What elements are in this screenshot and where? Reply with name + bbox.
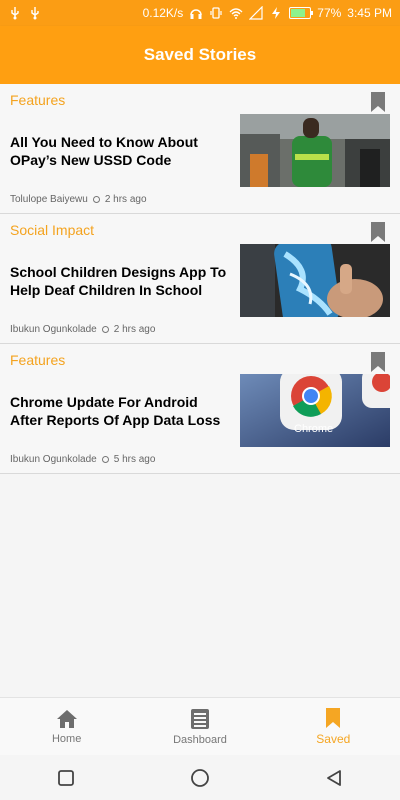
dashboard-icon [190, 709, 209, 729]
recent-apps-icon[interactable] [57, 769, 75, 787]
signal-icon [249, 6, 263, 20]
story-meta: Ibukun Ogunkolade 5 hrs ago [10, 454, 155, 465]
story-title[interactable]: School Children Designs App To Help Deaf… [10, 263, 232, 299]
app-header: Saved Stories [0, 26, 400, 84]
usb-icon-2 [31, 7, 39, 20]
bookmark-icon [326, 708, 341, 728]
story-card[interactable]: Features All You Need to Know About OPay… [0, 84, 400, 214]
battery-icon [289, 7, 314, 19]
bookmark-icon[interactable] [370, 352, 386, 372]
nav-home-label: Home [51, 733, 82, 745]
nav-home[interactable]: Home [7, 709, 127, 745]
status-bar: 0.12K/s 77% 3:45 PM [0, 0, 400, 26]
story-card[interactable]: Features Chrome Update For Android After… [0, 344, 400, 474]
charging-icon [272, 7, 281, 19]
story-category[interactable]: Features [10, 352, 65, 368]
opay-street-photo [240, 114, 390, 187]
story-thumbnail[interactable]: Chrome [240, 374, 390, 447]
clock-icon [101, 456, 109, 463]
story-category[interactable]: Features [10, 92, 65, 108]
story-time: 2 hrs ago [113, 324, 156, 335]
headphones-icon [190, 9, 203, 19]
clock-icon [92, 196, 100, 203]
status-right: 0.12K/s 77% 3:45 PM [143, 6, 392, 20]
home-circle-icon[interactable] [190, 768, 210, 788]
story-thumbnail[interactable] [240, 244, 390, 317]
story-thumbnail[interactable] [240, 114, 390, 187]
story-meta: Ibukun Ogunkolade 2 hrs ago [10, 324, 155, 335]
bookmark-icon[interactable] [370, 92, 386, 112]
wifi-icon [229, 8, 243, 19]
bookmark-icon[interactable] [370, 222, 386, 242]
story-title[interactable]: Chrome Update For Android After Reports … [10, 393, 232, 429]
story-author: Ibukun Ogunkolade [10, 454, 97, 465]
story-title[interactable]: All You Need to Know About OPay’s New US… [10, 133, 232, 169]
nav-dashboard[interactable]: Dashboard [140, 708, 260, 746]
status-left [8, 6, 42, 20]
network-speed: 0.12K/s [142, 6, 184, 20]
story-category[interactable]: Social Impact [10, 222, 94, 238]
page-title: Saved Stories [143, 45, 257, 64]
story-card[interactable]: Social Impact School Children Designs Ap… [0, 214, 400, 344]
usb-icon [11, 7, 19, 20]
bottom-navigation: Home Dashboard Saved [0, 697, 400, 756]
nav-dashboard-label: Dashboard [173, 734, 227, 746]
chrome-label: Chrome [294, 423, 333, 435]
system-navigation-bar [0, 755, 400, 800]
battery-percent: 77% [317, 6, 342, 20]
clock: 3:45 PM [347, 6, 392, 20]
chrome-app-photo: Chrome [240, 374, 390, 447]
vibrate-icon [210, 7, 222, 19]
story-author: Ibukun Ogunkolade [10, 324, 97, 335]
story-author: Tolulope Baiyewu [10, 194, 88, 205]
nav-saved-label: Saved [316, 732, 351, 746]
story-time: 5 hrs ago [113, 454, 156, 465]
home-icon [56, 710, 77, 728]
phone-in-hand-photo [240, 244, 390, 317]
back-icon[interactable] [325, 769, 343, 787]
story-meta: Tolulope Baiyewu 2 hrs ago [10, 194, 147, 205]
saved-stories-list: Features All You Need to Know About OPay… [0, 84, 400, 474]
story-time: 2 hrs ago [104, 194, 147, 205]
clock-icon [101, 326, 109, 333]
nav-saved[interactable]: Saved [273, 708, 393, 746]
